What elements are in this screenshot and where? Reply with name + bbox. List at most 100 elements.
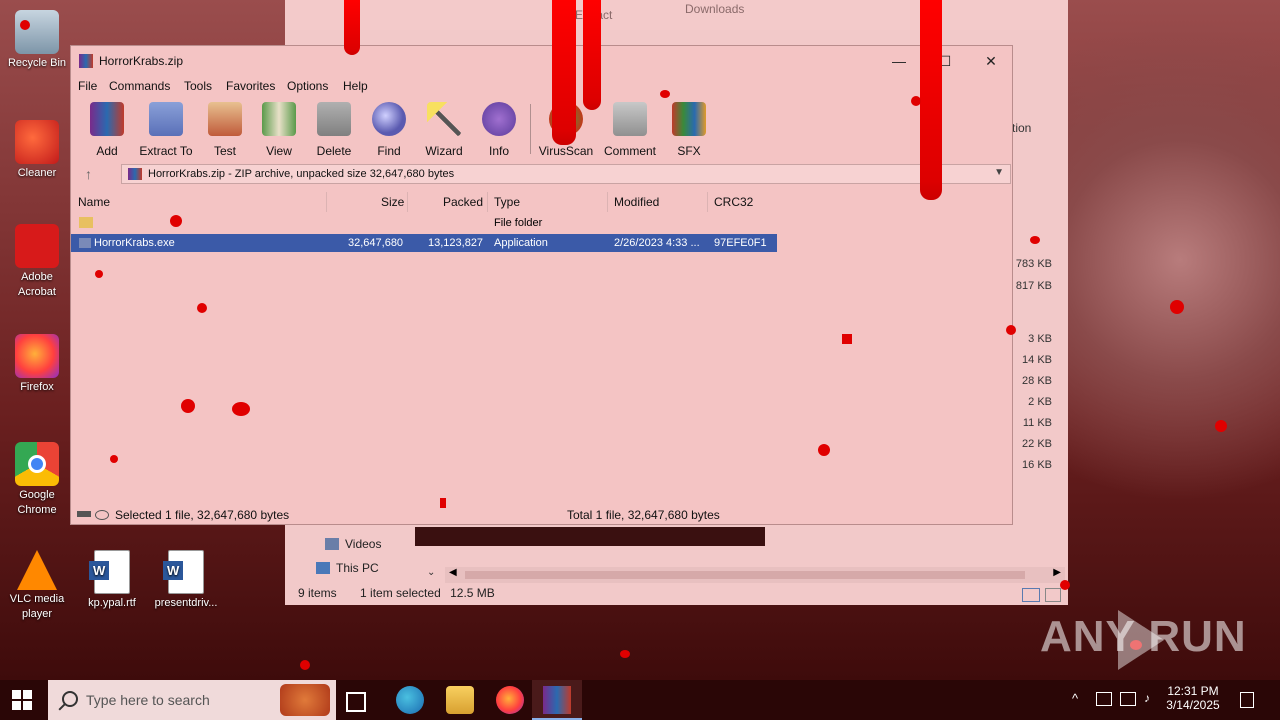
menu-favorites[interactable]: Favorites bbox=[226, 79, 275, 93]
file-explorer-icon[interactable] bbox=[446, 686, 474, 714]
column-header-type[interactable]: Type bbox=[494, 192, 520, 212]
blood-drip bbox=[920, 0, 942, 200]
add-button[interactable]: Add bbox=[75, 100, 139, 158]
file-size: 22 KB bbox=[1022, 438, 1052, 450]
winrar-taskbar-icon bbox=[543, 686, 571, 714]
blood-splat bbox=[660, 90, 670, 98]
column-divider[interactable] bbox=[407, 192, 408, 212]
archive-file-list[interactable]: Name Size Packed Type Modified CRC32 Fil… bbox=[71, 192, 1012, 500]
info-icon bbox=[482, 102, 516, 136]
blood-splat bbox=[911, 96, 921, 106]
scrollbar-thumb[interactable] bbox=[465, 571, 1025, 579]
details-view-icon[interactable] bbox=[1022, 588, 1040, 602]
extract-folder-icon bbox=[149, 102, 183, 136]
horizontal-scrollbar[interactable]: ◀ ▶ bbox=[445, 567, 1065, 583]
ccleaner-icon bbox=[15, 120, 59, 164]
winrar-statusbar: Selected 1 file, 32,647,680 bytes Total … bbox=[71, 506, 1012, 524]
desktop-icon-firefox[interactable]: Firefox bbox=[1, 334, 73, 395]
explorer-title-right: Downloads bbox=[685, 2, 745, 16]
column-header-crc32[interactable]: CRC32 bbox=[714, 192, 753, 212]
desktop-icon-acrobat[interactable]: Adobe Acrobat bbox=[1, 224, 73, 300]
file-size: 2 KB bbox=[1028, 396, 1052, 408]
blood-splat bbox=[181, 399, 195, 413]
desktop-icon-recycle-bin[interactable]: Recycle Bin bbox=[1, 10, 73, 71]
winrar-taskbar-button[interactable] bbox=[532, 680, 582, 720]
table-row[interactable]: HorrorKrabs.exe 32,647,680 13,123,827 Ap… bbox=[71, 234, 777, 252]
desktop-icon-ccleaner[interactable]: Cleaner bbox=[1, 120, 73, 181]
taskbar: Type here to search ^ ♪ 12:31 PM 3/14/20… bbox=[0, 680, 1280, 720]
desktop-icon-chrome[interactable]: Google Chrome bbox=[1, 442, 73, 518]
scroll-right-icon[interactable]: ▶ bbox=[1053, 567, 1061, 578]
nav-item-videos[interactable]: Videos bbox=[325, 537, 381, 551]
trash-icon bbox=[317, 102, 351, 136]
status-selected-text: Selected 1 file, 32,647,680 bytes bbox=[115, 508, 290, 522]
exe-file-icon bbox=[79, 238, 91, 248]
scroll-left-icon[interactable]: ◀ bbox=[449, 567, 457, 578]
videos-icon bbox=[325, 538, 339, 550]
desktop-icon-presentdriv[interactable]: presentdriv... bbox=[150, 550, 222, 611]
column-header-modified[interactable]: Modified bbox=[614, 192, 659, 212]
edge-icon[interactable] bbox=[396, 686, 424, 714]
column-header-packed[interactable]: Packed bbox=[443, 192, 483, 212]
close-button[interactable]: ✕ bbox=[969, 50, 1013, 72]
column-divider[interactable] bbox=[607, 192, 608, 212]
info-button[interactable]: Info bbox=[467, 100, 531, 158]
file-size: 11 KB bbox=[1022, 417, 1052, 429]
blood-drip bbox=[583, 0, 601, 110]
magnifier-icon bbox=[372, 102, 406, 136]
windows-logo-icon bbox=[12, 690, 21, 699]
comment-button[interactable]: Comment bbox=[598, 100, 662, 158]
view-book-icon bbox=[262, 102, 296, 136]
menu-options[interactable]: Options bbox=[287, 79, 328, 93]
status-item-count: 9 items bbox=[298, 586, 337, 600]
winrar-window[interactable]: HorrorKrabs.zip — ☐ ✕ File Commands Tool… bbox=[70, 45, 1013, 525]
menu-file[interactable]: File bbox=[78, 79, 97, 93]
column-divider[interactable] bbox=[487, 192, 488, 212]
archive-path-bar[interactable]: HorrorKrabs.zip - ZIP archive, unpacked … bbox=[121, 164, 1011, 184]
recycle-bin-icon bbox=[15, 10, 59, 54]
explorer-titlebar: Extract Downloads bbox=[285, 0, 1068, 30]
start-button[interactable] bbox=[12, 690, 32, 710]
chrome-icon bbox=[15, 442, 59, 486]
sfx-button[interactable]: SFX bbox=[657, 100, 721, 158]
column-divider[interactable] bbox=[707, 192, 708, 212]
menu-commands[interactable]: Commands bbox=[109, 79, 170, 93]
clock-time: 12:31 PM bbox=[1167, 684, 1219, 698]
sfx-box-icon bbox=[672, 102, 706, 136]
status-total-text: Total 1 file, 32,647,680 bytes bbox=[567, 508, 720, 522]
task-view-icon[interactable] bbox=[346, 692, 366, 712]
display-icon[interactable] bbox=[1120, 692, 1136, 706]
minimize-button[interactable]: — bbox=[877, 50, 921, 72]
winrar-titlebar[interactable]: HorrorKrabs.zip — ☐ ✕ bbox=[71, 46, 1012, 76]
test-clipboard-icon bbox=[208, 102, 242, 136]
add-archive-icon bbox=[90, 102, 124, 136]
up-folder-icon[interactable]: ↑ bbox=[85, 166, 92, 182]
menu-tools[interactable]: Tools bbox=[184, 79, 212, 93]
taskbar-search-box[interactable]: Type here to search bbox=[48, 680, 336, 720]
column-header-size[interactable]: Size bbox=[381, 192, 404, 212]
column-header-name[interactable]: Name bbox=[78, 192, 110, 212]
clock-date: 3/14/2025 bbox=[1166, 698, 1220, 712]
show-hidden-icons-icon[interactable]: ^ bbox=[1072, 691, 1078, 706]
desktop-icon-vlc[interactable]: VLC media player bbox=[1, 550, 73, 622]
network-icon[interactable] bbox=[1096, 692, 1112, 706]
desktop-icon-rtf-document[interactable]: kp.ypal.rtf bbox=[76, 550, 148, 611]
blood-drip bbox=[552, 0, 576, 145]
firefox-taskbar-icon[interactable] bbox=[496, 686, 524, 714]
tiles-view-icon[interactable] bbox=[1045, 588, 1061, 602]
clock[interactable]: 12:31 PM 3/14/2025 bbox=[1160, 684, 1226, 712]
blood-splat bbox=[300, 660, 310, 670]
blood-splat bbox=[842, 334, 852, 344]
blood-splat bbox=[95, 270, 103, 278]
column-divider[interactable] bbox=[326, 192, 327, 212]
nav-item-this-pc[interactable]: This PC bbox=[316, 561, 379, 575]
chevron-down-icon[interactable]: ▼ bbox=[994, 167, 1004, 178]
notification-icon[interactable] bbox=[1240, 692, 1254, 708]
winrar-title: HorrorKrabs.zip bbox=[99, 54, 184, 68]
extract-to-button[interactable]: Extract To bbox=[134, 100, 198, 158]
chevron-down-icon[interactable]: ⌄ bbox=[427, 567, 435, 578]
volume-icon[interactable]: ♪ bbox=[1144, 691, 1150, 705]
cell-packed: 13,123,827 bbox=[428, 237, 484, 249]
menu-help[interactable]: Help bbox=[343, 79, 368, 93]
winrar-app-icon bbox=[79, 54, 93, 68]
